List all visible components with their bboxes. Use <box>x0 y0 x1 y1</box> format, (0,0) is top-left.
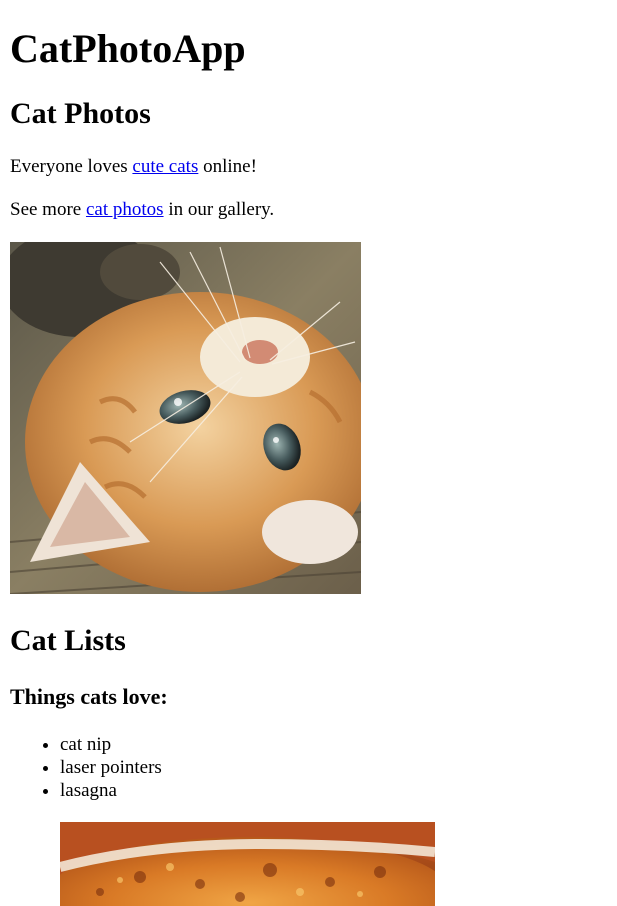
cat-lists-heading: Cat Lists <box>10 624 126 657</box>
lasagna-illustration <box>60 822 435 906</box>
intro-text-after: online! <box>198 156 257 177</box>
gallery-text-after: in our gallery. <box>163 199 275 220</box>
cute-cats-link[interactable]: cute cats <box>132 156 198 177</box>
list-item: laser pointers <box>60 756 162 779</box>
lasagna-photo <box>60 822 435 906</box>
cat-loves-list: cat nip laser pointers lasagna <box>10 733 162 802</box>
page: CatPhotoApp Cat Photos Everyone loves cu… <box>0 0 617 906</box>
intro-paragraph: Everyone loves cute cats online! <box>10 156 257 178</box>
gallery-text-before: See more <box>10 199 86 220</box>
things-cats-love-heading: Things cats love: <box>10 684 168 709</box>
page-title: CatPhotoApp <box>10 26 246 71</box>
kitten-photo[interactable] <box>10 242 361 594</box>
intro-text-before: Everyone loves <box>10 156 133 177</box>
list-item: lasagna <box>60 779 162 802</box>
gallery-paragraph: See more cat photos in our gallery. <box>10 199 274 221</box>
cat-photos-heading: Cat Photos <box>10 97 151 130</box>
cat-photos-link[interactable]: cat photos <box>86 199 164 220</box>
list-item: cat nip <box>60 733 162 756</box>
kitten-illustration <box>10 242 361 594</box>
